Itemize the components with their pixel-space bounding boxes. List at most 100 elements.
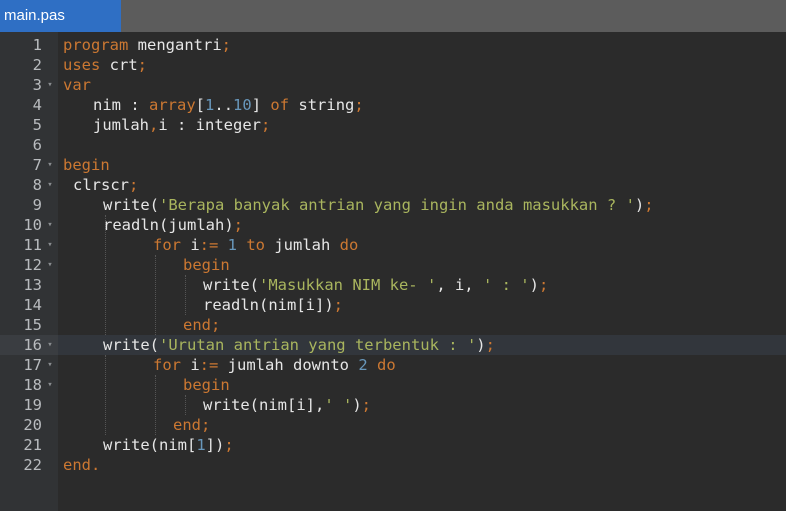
code-token: begin bbox=[183, 376, 230, 394]
fold-arrow-icon[interactable]: ▾ bbox=[45, 255, 55, 275]
code-line-13[interactable]: 13 write('Masukkan NIM ke- ', i, ' : '); bbox=[0, 275, 786, 295]
code-text: clrscr; bbox=[73, 175, 138, 195]
code-line-21[interactable]: 21 write(nim[1]); bbox=[0, 435, 786, 455]
line-number: 4 bbox=[32, 96, 42, 114]
code-token: write(nim[i], bbox=[203, 396, 325, 414]
code-line-4[interactable]: 4 nim : array[1..10] of string; bbox=[0, 95, 786, 115]
fold-arrow-icon[interactable]: ▾ bbox=[45, 75, 55, 95]
fold-arrow-icon[interactable]: ▾ bbox=[45, 375, 55, 395]
line-number: 6 bbox=[32, 136, 42, 154]
code-token: ) bbox=[476, 336, 486, 354]
code-token: , i, bbox=[436, 276, 483, 294]
code-text: begin bbox=[183, 375, 230, 395]
code-token: ]) bbox=[205, 436, 225, 454]
code-token: ) bbox=[634, 196, 645, 214]
code-token: ; bbox=[221, 36, 231, 54]
line-number: 5 bbox=[32, 116, 42, 134]
code-token: ; bbox=[233, 216, 243, 234]
line-number: 9 bbox=[32, 196, 42, 214]
fold-arrow-icon[interactable]: ▾ bbox=[45, 335, 55, 355]
code-line-17[interactable]: 17 ▾ for i:= jumlah downto 2 do bbox=[0, 355, 786, 375]
code-text: jumlah,i : integer; bbox=[93, 115, 270, 135]
code-token: ; bbox=[361, 396, 372, 414]
code-text: var bbox=[63, 75, 91, 95]
fold-arrow-icon[interactable]: ▾ bbox=[45, 355, 55, 375]
fold-arrow-icon[interactable]: ▾ bbox=[45, 155, 55, 175]
fold-arrow-icon[interactable]: ▾ bbox=[45, 235, 55, 255]
code-token: end bbox=[173, 416, 201, 434]
code-token: ; bbox=[211, 316, 221, 334]
code-text: end. bbox=[63, 455, 100, 475]
code-token: program bbox=[63, 36, 129, 54]
code-line-19[interactable]: 19 write(nim[i],' '); bbox=[0, 395, 786, 415]
line-number: 19 bbox=[23, 396, 42, 414]
code-text: for i:= 1 to jumlah do bbox=[153, 235, 358, 255]
line-number: 21 bbox=[23, 436, 42, 454]
code-token: ; bbox=[224, 436, 234, 454]
code-line-9[interactable]: 9 write('Berapa banyak antrian yang ingin… bbox=[0, 195, 786, 215]
line-number: 22 bbox=[23, 456, 42, 474]
code-line-22[interactable]: 22 end. bbox=[0, 455, 786, 475]
code-text: end; bbox=[183, 315, 220, 335]
code-token: ; bbox=[137, 56, 147, 74]
tab-main-pas[interactable]: main.pas bbox=[0, 0, 121, 32]
code-token: jumlah downto bbox=[218, 356, 359, 374]
code-token: ; bbox=[261, 116, 271, 134]
code-text: write('Berapa banyak antrian yang ingin … bbox=[103, 195, 654, 215]
code-line-5[interactable]: 5 jumlah,i : integer; bbox=[0, 115, 786, 135]
code-line-20[interactable]: 20 end; bbox=[0, 415, 786, 435]
code-line-2[interactable]: 2 uses crt; bbox=[0, 55, 786, 75]
code-token: [ bbox=[195, 96, 206, 114]
code-text: end; bbox=[173, 415, 210, 435]
code-token: array bbox=[149, 96, 196, 114]
code-token: ) bbox=[352, 396, 362, 414]
line-number: 2 bbox=[32, 56, 42, 74]
code-token: begin bbox=[183, 256, 230, 274]
code-token: 2 bbox=[358, 356, 368, 374]
code-text: for i:= jumlah downto 2 do bbox=[153, 355, 396, 375]
code-line-11[interactable]: 11 ▾ for i:= 1 to jumlah do bbox=[0, 235, 786, 255]
code-line-16[interactable]: 16 ▾ write('Urutan antrian yang terbentuk … bbox=[0, 335, 786, 355]
code-token: string bbox=[289, 96, 355, 114]
code-token: 'Masukkan NIM ke- ' bbox=[259, 276, 437, 294]
code-line-8[interactable]: 8 ▾ clrscr; bbox=[0, 175, 786, 195]
code-token: do bbox=[339, 236, 359, 254]
code-token: ; bbox=[201, 416, 211, 434]
code-token: . bbox=[91, 456, 101, 474]
code-token: crt bbox=[100, 56, 138, 74]
code-line-12[interactable]: 12 ▾ begin bbox=[0, 255, 786, 275]
code-token: i bbox=[181, 236, 200, 254]
code-token: write(nim[ bbox=[103, 436, 197, 454]
code-token: nim : bbox=[93, 96, 149, 114]
code-token: ] bbox=[251, 96, 271, 114]
code-token: for bbox=[153, 236, 181, 254]
code-text: begin bbox=[183, 255, 230, 275]
code-token: var bbox=[63, 76, 91, 94]
code-token: ; bbox=[644, 196, 654, 214]
code-token: jumlah bbox=[265, 236, 340, 254]
code-token: write( bbox=[103, 336, 159, 354]
code-token: mengantri bbox=[128, 36, 222, 54]
code-line-14[interactable]: 14 readln(nim[i]); bbox=[0, 295, 786, 315]
code-token: := bbox=[199, 356, 219, 374]
code-text: readln(nim[i]); bbox=[203, 295, 343, 315]
code-line-10[interactable]: 10 ▾ readln(jumlah); bbox=[0, 215, 786, 235]
code-line-7[interactable]: 7 ▾ begin bbox=[0, 155, 786, 175]
code-token: jumlah bbox=[93, 116, 149, 134]
code-token: ' : ' bbox=[482, 276, 530, 294]
code-line-18[interactable]: 18 ▾ begin bbox=[0, 375, 786, 395]
code-token: clrscr bbox=[73, 176, 129, 194]
code-line-6[interactable]: 6 bbox=[0, 135, 786, 155]
tab-bar: main.pas bbox=[0, 0, 786, 32]
code-token: 'Berapa banyak antrian yang ingin anda m… bbox=[159, 196, 635, 214]
code-line-3[interactable]: 3 ▾ var bbox=[0, 75, 786, 95]
code-token: readln(nim[i]) bbox=[203, 296, 334, 314]
line-number: 15 bbox=[23, 316, 42, 334]
code-line-1[interactable]: 1 program mengantri; bbox=[0, 35, 786, 55]
code-line-15[interactable]: 15 end; bbox=[0, 315, 786, 335]
fold-arrow-icon[interactable]: ▾ bbox=[45, 215, 55, 235]
code-text: uses crt; bbox=[63, 55, 147, 75]
code-token: ; bbox=[333, 296, 343, 314]
code-editor[interactable]: 1 program mengantri; 2 uses crt; 3 ▾ var 4 nim :… bbox=[0, 32, 786, 511]
fold-arrow-icon[interactable]: ▾ bbox=[45, 175, 55, 195]
